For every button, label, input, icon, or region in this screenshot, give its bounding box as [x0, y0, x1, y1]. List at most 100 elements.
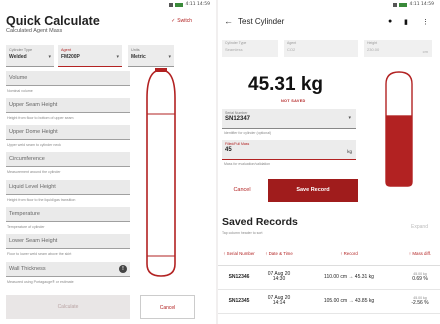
upper-dome-height-input[interactable]: Upper Dome Height: [6, 125, 130, 140]
header-label: Serial Number: [226, 251, 255, 257]
back-arrow-icon[interactable]: ←: [224, 16, 233, 26]
check-icon: ✓: [171, 18, 176, 24]
delete-icon[interactable]: ▮: [404, 18, 408, 26]
agent-field: Agent CO2: [284, 40, 358, 57]
field-label: Volume: [9, 75, 28, 81]
cell-mass-value: -2.56 %: [411, 300, 429, 306]
field-label: Agent: [287, 41, 297, 45]
status-bar: 4:11 14:59: [218, 0, 440, 9]
temperature-input[interactable]: Temperature: [6, 207, 130, 222]
switch-button[interactable]: ✓ Switch: [171, 18, 192, 24]
dropdown-value: Welded: [9, 54, 27, 60]
field-value: 230.00: [367, 47, 380, 52]
status-time: 4:11 14:59: [409, 2, 434, 7]
table-row[interactable]: SN12346 07 Aug 20 14:30 110.00 cm → 45.31…: [218, 265, 440, 290]
cell-record: 105.00 cm → 43.85 kg: [298, 289, 400, 314]
battery-icon: [399, 2, 408, 7]
field-value: 45: [225, 147, 232, 153]
field-label: Circumference: [9, 156, 45, 162]
record-icon[interactable]: ●: [388, 18, 392, 25]
lower-seam-height-input[interactable]: Lower Seam Height: [6, 234, 130, 249]
liquid-level-height-helper: Height from floor to the liquid/gas tran…: [7, 198, 76, 202]
field-value: Seamless: [225, 47, 243, 52]
dropdown-label: Units: [131, 48, 140, 52]
field-unit: kg: [347, 149, 352, 154]
field-label: Serial Number: [225, 111, 248, 115]
filled-mass-helper: Mass for evaluation/validation: [224, 162, 271, 166]
cell-serial: SN12345: [218, 289, 260, 314]
app-bar: ← Test Cylinder ● ▮ ⋮: [218, 9, 440, 35]
battery-icon: [175, 2, 184, 7]
liquid-level-height-input[interactable]: Liquid Level Height: [6, 180, 130, 195]
header-label: Record: [343, 251, 358, 257]
field-label: Cylinder Type: [225, 41, 247, 45]
switch-label: Switch: [177, 18, 192, 24]
volume-helper: Nominal volume: [7, 89, 33, 93]
serial-helper: Identifier for cylinder (optional): [224, 131, 272, 135]
cell-mass: 45.00 kg -2.56 %: [400, 289, 440, 314]
cylinder-neck: [155, 68, 167, 72]
not-saved-label: NOT SAVED: [281, 99, 306, 103]
more-menu-icon[interactable]: ⋮: [422, 18, 429, 26]
units-dropdown[interactable]: Units Metric ▾: [128, 45, 174, 67]
temperature-helper: Temperature of cylinder: [7, 225, 45, 229]
header-mass-diff[interactable]: ↑ Mass diff.: [400, 243, 440, 266]
cell-date: 07 Aug 20 14:14: [260, 289, 298, 314]
field-unit: cm: [422, 49, 428, 54]
quick-calculate-screen: 4:11 14:59 Quick Calculate Calculated Ag…: [0, 0, 216, 324]
saved-records-subtitle: Tap column header to sort: [222, 231, 263, 235]
signal-icon: [393, 2, 398, 7]
header-label: Date & Time: [268, 251, 293, 257]
field-label: Upper Dome Height: [9, 129, 58, 135]
circumference-input[interactable]: Circumference: [6, 152, 130, 167]
wall-thickness-helper: Measured using Portagauge® or estimate: [7, 280, 74, 284]
filled-mass-input[interactable]: Filled/Full Mass 45 kg: [222, 140, 356, 160]
cylinder-type-dropdown[interactable]: Cylinder Type Welded ▾: [6, 45, 54, 67]
lower-seam-height-helper: Floor to lower weld seam above the skirt: [7, 252, 72, 256]
header-serial[interactable]: ↑ Serial Number: [218, 243, 260, 266]
cancel-button[interactable]: Cancel: [140, 295, 195, 319]
field-label: Liquid Level Height: [9, 184, 56, 190]
upper-seam-height-helper: Height from floor to bottom of upper sea…: [7, 116, 74, 120]
volume-input[interactable]: Volume: [6, 71, 130, 86]
saved-records-title: Saved Records: [222, 216, 298, 228]
wall-thickness-input[interactable]: Wall Thickness !: [6, 262, 130, 277]
serial-number-dropdown[interactable]: Serial Number SN12347 ▾: [222, 109, 356, 129]
calculated-mass: 45.31 kg: [248, 74, 323, 95]
upper-seam-height-input[interactable]: Upper Seam Height: [6, 98, 130, 113]
agent-dropdown[interactable]: Agent FM200P ▾: [58, 45, 122, 67]
cell-date: 07 Aug 20 14:30: [260, 265, 298, 290]
calculate-button[interactable]: Calculate: [6, 295, 130, 319]
field-label: Upper Seam Height: [9, 102, 58, 108]
cell-mass-value: 0.69 %: [412, 276, 428, 282]
fill-level-gauge: [385, 71, 413, 187]
cell-serial: SN12346: [218, 265, 260, 290]
gauge-fill: [386, 115, 412, 186]
signal-icon: [169, 2, 174, 7]
dropdown-label: Agent: [61, 48, 71, 52]
header-record[interactable]: ↑ Record: [298, 243, 400, 266]
dropdown-arrow-icon: ▾: [48, 54, 51, 60]
test-cylinder-screen: 4:11 14:59 ← Test Cylinder ● ▮ ⋮ Cylinde…: [218, 0, 440, 324]
field-label: Temperature: [9, 211, 40, 217]
expand-button[interactable]: Expand: [411, 224, 428, 230]
table-row[interactable]: SN12345 07 Aug 20 14:14 105.00 cm → 43.85…: [218, 289, 440, 314]
info-icon[interactable]: !: [119, 265, 127, 273]
header-label: Mass diff.: [412, 251, 432, 257]
cancel-button[interactable]: Cancel: [222, 179, 262, 202]
cell-mass: 45.00 kg 0.69 %: [400, 265, 440, 290]
screen-title: Test Cylinder: [238, 17, 285, 26]
cylinder-type-field: Cylinder Type Seamless: [222, 40, 278, 57]
cell-date-time: 14:14: [272, 300, 286, 306]
status-bar: 4:11 14:59: [0, 0, 216, 9]
field-value: CO2: [287, 47, 296, 52]
header-date[interactable]: ↑ Date & Time: [260, 243, 298, 266]
save-record-button[interactable]: Save Record: [268, 179, 358, 202]
dropdown-arrow-icon: ▾: [348, 115, 351, 121]
upper-dome-height-helper: Upper weld seam to cylinder neck: [7, 143, 61, 147]
status-time: 4:11 14:59: [185, 2, 210, 7]
cell-record: 110.00 cm → 45.31 kg: [298, 265, 400, 290]
cylinder-diagram: [146, 68, 176, 277]
page-title: Quick Calculate: [6, 14, 100, 28]
height-field: Height 230.00 cm: [364, 40, 432, 57]
